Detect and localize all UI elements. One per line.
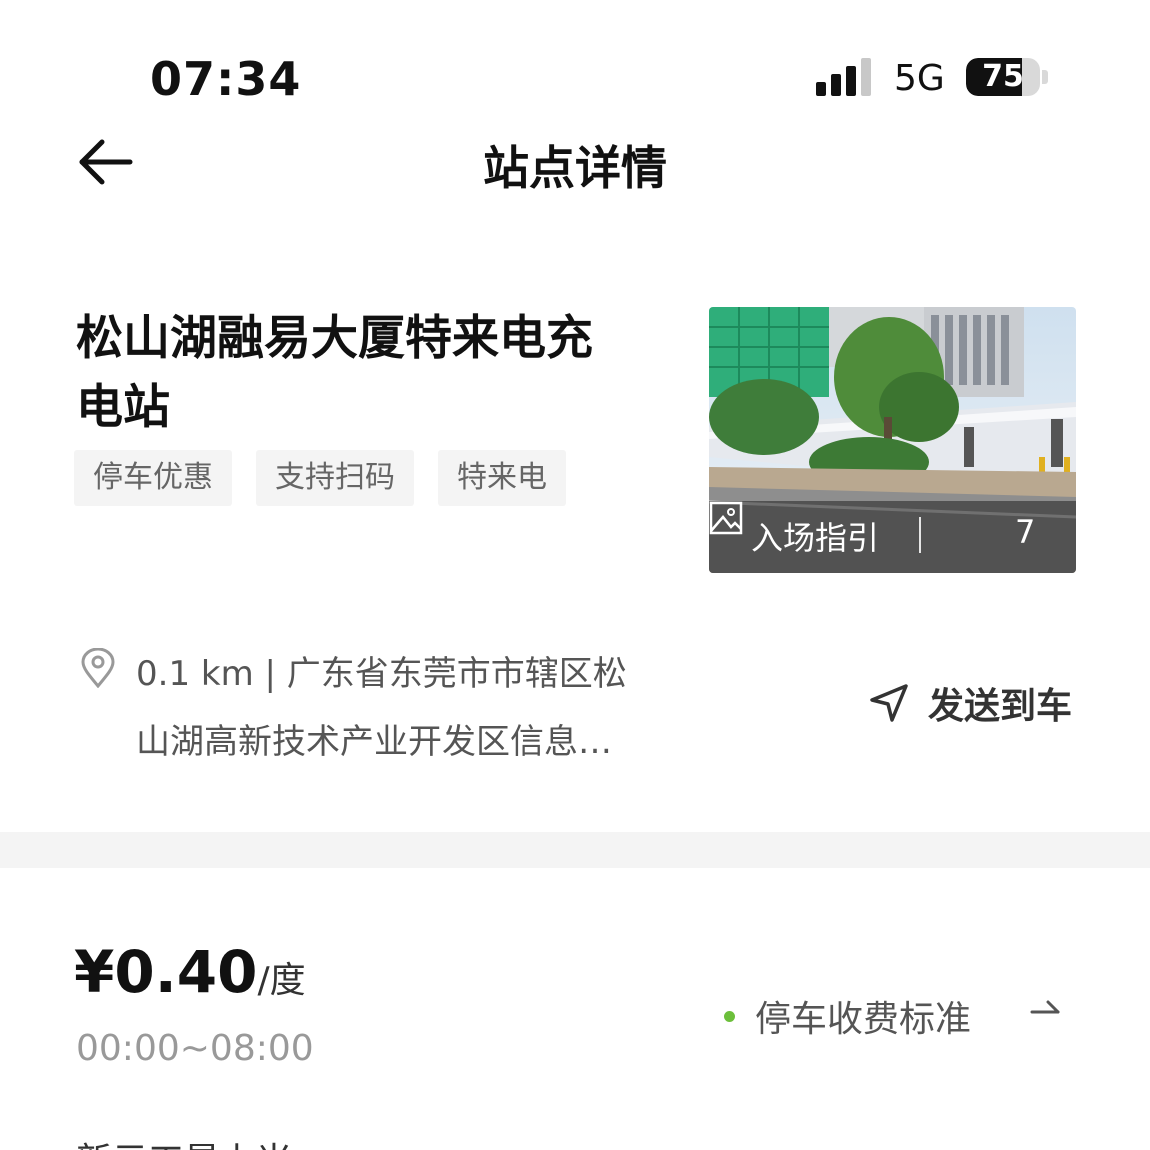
status-time: 07:34 [150,52,302,106]
distance-label: 0.1 km [136,654,254,694]
photo-divider [919,517,921,553]
address-separator: | [264,654,287,694]
photo-count: 7 [1015,513,1036,551]
arrow-right-icon[interactable] [1030,998,1060,1020]
battery-level: 75 [982,59,1024,94]
page-title: 站点详情 [483,141,667,195]
address-line-1: 广东省东莞市市辖区松 [286,654,627,694]
battery-icon: 75 [966,58,1040,96]
send-to-car-button[interactable]: 发送到车 [868,678,1072,728]
price-unit: /度 [257,960,306,1001]
signal-icon [816,58,876,96]
tag-scan-support: 支持扫码 [256,450,414,506]
station-detail-page: 07:34 5G 75 站点详情 松山湖融易大厦特来电充电站 停车优惠 支持扫码… [0,0,1150,1150]
photo-caption-bar: 入场指引 7 [709,501,1076,573]
network-label: 5G [894,58,945,99]
price-time-range: 00:00~08:00 [76,1028,314,1069]
parking-fee-link[interactable]: 停车收费标准 [724,990,971,1042]
parking-fee-label: 停车收费标准 [755,999,972,1040]
station-name: 松山湖融易大厦特来电充电站 [76,311,593,435]
location-pin-icon [81,648,115,688]
battery-cap [1042,70,1048,84]
tag-list: 停车优惠 支持扫码 特来电 [74,450,566,506]
price-amount: ¥0.40 [74,938,258,1006]
send-to-car-label: 发送到车 [928,686,1073,727]
station-photo[interactable]: 入场指引 7 [709,307,1076,573]
gallery-icon [709,501,743,535]
partially-visible-text: 新元工是上米 [76,1132,292,1150]
tag-parking-discount: 停车优惠 [74,450,232,506]
status-dot [724,1010,735,1022]
section-divider [0,832,1150,868]
price-display: ¥0.40/度 [74,938,306,1006]
entry-guide-label: 入场指引 [751,519,880,557]
station-address: 0.1 km | 广东省东莞市市辖区松 山湖高新技术产业开发区信息… [136,640,656,776]
send-navigation-icon [870,684,908,722]
address-line-2: 山湖高新技术产业开发区信息… [136,722,612,762]
tag-teld: 特来电 [438,450,566,506]
